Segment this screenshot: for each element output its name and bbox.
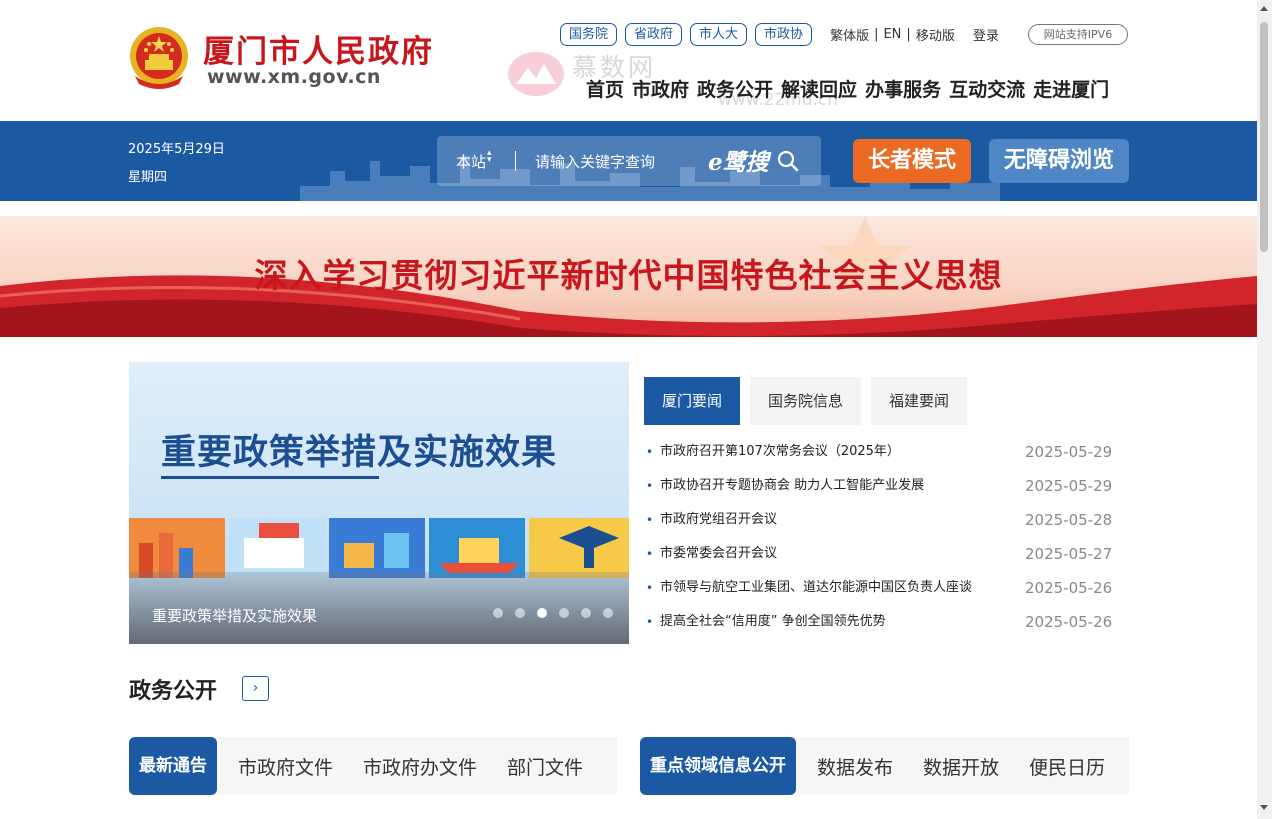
news-date: 2025-05-27 (1025, 545, 1113, 563)
carousel-dots (493, 608, 625, 618)
link-english[interactable]: EN (883, 27, 901, 42)
nav-interaction[interactable]: 互动交流 (949, 75, 1025, 102)
nav-gov-affairs[interactable]: 政务公开 (697, 75, 773, 102)
site-name[interactable]: 厦门市人民政府 (203, 26, 434, 71)
site-header: 厦门市人民政府 www.xm.gov.cn 国务院 省政府 市人大 市政协 繁体… (0, 0, 1257, 121)
link-traditional[interactable]: 繁体版 (830, 25, 869, 44)
scrollbar-thumb[interactable] (1260, 22, 1268, 252)
carousel-dot-4[interactable] (559, 608, 569, 618)
link-state-council[interactable]: 国务院 (560, 22, 618, 46)
disclosure-tabbar: 重点领域信息公开 数据发布 数据开放 便民日历 (640, 737, 1129, 795)
list-item[interactable]: • 提高全社会“信用度” 争创全国领先优势 2025-05-26 (644, 605, 1114, 639)
search-icon[interactable] (777, 150, 799, 172)
news-date: 2025-05-26 (1025, 613, 1113, 631)
tab-city-gov-docs[interactable]: 市政府文件 (238, 753, 333, 780)
tab-latest-notices[interactable]: 最新通告 (129, 737, 217, 795)
main-nav: 首页 市政府 政务公开 解读回应 办事服务 互动交流 走进厦门 (586, 75, 1117, 102)
link-mobile[interactable]: 移动版 (916, 25, 955, 44)
list-item[interactable]: • 市政府党组召开会议 2025-05-28 (644, 503, 1114, 537)
link-municipal-congress[interactable]: 市人大 (690, 22, 748, 46)
tab-department-docs[interactable]: 部门文件 (507, 753, 583, 780)
link-login[interactable]: 登录 (973, 25, 999, 44)
carousel-headline: 重要政策举措及实施效果 (161, 432, 558, 473)
carousel-dot-3[interactable] (537, 608, 547, 618)
nav-about-xiamen[interactable]: 走进厦门 (1033, 75, 1109, 102)
news-title[interactable]: 提高全社会“信用度” 争创全国领先优势 (660, 605, 886, 639)
watermark-logo-icon (508, 52, 564, 96)
link-provincial-gov[interactable]: 省政府 (625, 22, 683, 46)
bullet-icon: • (646, 615, 654, 629)
search-scope-select[interactable]: 本站 (456, 151, 486, 172)
elder-mode-button[interactable]: 长者模式 (853, 139, 971, 183)
bullet-icon: • (646, 513, 654, 527)
separator: | (906, 26, 911, 42)
nav-interpretation[interactable]: 解读回应 (781, 75, 857, 102)
current-weekday: 星期四 (128, 170, 168, 185)
more-arrow-button[interactable]: › (242, 676, 269, 701)
search-input[interactable]: 请输入关键字查询 (535, 151, 655, 172)
bullet-icon: • (646, 581, 654, 595)
tab-key-areas[interactable]: 重点领域信息公开 (640, 737, 796, 795)
news-tabs: 厦门要闻 国务院信息 福建要闻 (644, 377, 977, 425)
news-date: 2025-05-29 (1025, 477, 1113, 495)
ipv6-badge: 网站支持IPV6 (1028, 24, 1128, 45)
tab-open-data[interactable]: 数据开放 (923, 753, 999, 780)
search-brand-logo: e鹭搜 (708, 149, 769, 176)
carousel-dot-5[interactable] (581, 608, 591, 618)
top-links: 国务院 省政府 市人大 市政协 繁体版 | EN | 移动版 登录 (560, 22, 999, 46)
notice-tabbar: 最新通告 市政府文件 市政府办文件 部门文件 (129, 737, 617, 795)
tab-state-council-info[interactable]: 国务院信息 (750, 377, 862, 425)
list-item[interactable]: • 市政府召开第107次常务会议（2025年） 2025-05-29 (644, 435, 1114, 469)
site-url: www.xm.gov.cn (207, 66, 381, 88)
news-date: 2025-05-28 (1025, 511, 1113, 529)
national-emblem-icon (130, 27, 188, 89)
carousel-dot-6[interactable] (603, 608, 613, 618)
news-list: • 市政府召开第107次常务会议（2025年） 2025-05-29 • 市政协… (644, 435, 1114, 639)
carousel-dot-1[interactable] (493, 608, 503, 618)
scroll-down-icon[interactable] (1260, 805, 1268, 810)
nav-city-gov[interactable]: 市政府 (632, 75, 689, 102)
search-box[interactable]: 本站 ▴ ▾ 请输入关键字查询 e鹭搜 (437, 136, 821, 186)
list-item[interactable]: • 市政协召开专题协商会 助力人工智能产业发展 2025-05-29 (644, 469, 1114, 503)
tab-data-release[interactable]: 数据发布 (817, 753, 893, 780)
news-date: 2025-05-29 (1025, 443, 1113, 461)
carousel-dot-2[interactable] (515, 608, 525, 618)
news-title[interactable]: 市政协召开专题协商会 助力人工智能产业发展 (660, 469, 924, 503)
image-carousel[interactable]: 重要政策举措及实施效果 重要政策举措及实施效果 (129, 362, 629, 644)
tab-service-calendar[interactable]: 便民日历 (1029, 753, 1105, 780)
bullet-icon: • (646, 547, 654, 561)
news-title[interactable]: 市领导与航空工业集团、道达尔能源中国区负责人座谈 (660, 571, 972, 605)
tab-xiamen-news[interactable]: 厦门要闻 (644, 377, 741, 425)
list-item[interactable]: • 市领导与航空工业集团、道达尔能源中国区负责人座谈 2025-05-26 (644, 571, 1114, 605)
section-title: 政务公开 (129, 679, 218, 704)
bullet-icon: • (646, 479, 654, 493)
nav-services[interactable]: 办事服务 (865, 75, 941, 102)
list-item[interactable]: • 市委常委会召开会议 2025-05-27 (644, 537, 1114, 571)
tab-city-office-docs[interactable]: 市政府办文件 (363, 753, 477, 780)
news-date: 2025-05-26 (1025, 579, 1113, 597)
utility-band: 2025年5月29日 星期四 本站 ▴ ▾ 请输入关键字查询 e鹭搜 长者模式 无… (0, 121, 1257, 201)
current-date: 2025年5月29日 (128, 142, 225, 157)
news-title[interactable]: 市委常委会召开会议 (660, 537, 777, 571)
carousel-caption[interactable]: 重要政策举措及实施效果 (152, 605, 317, 626)
tab-fujian-news[interactable]: 福建要闻 (871, 377, 968, 425)
scope-caret-icon: ▴ ▾ (487, 148, 492, 165)
scroll-up-icon[interactable] (1260, 6, 1268, 11)
page-scrollbar[interactable] (1257, 0, 1272, 819)
banner-slogan: 深入学习贯彻习近平新时代中国特色社会主义思想 (254, 256, 1003, 295)
headline-underline (161, 476, 379, 479)
accessible-browse-button[interactable]: 无障碍浏览 (989, 139, 1129, 183)
theme-banner[interactable]: 深入学习贯彻习近平新时代中国特色社会主义思想 (0, 216, 1257, 337)
news-title[interactable]: 市政府党组召开会议 (660, 503, 777, 537)
bullet-icon: • (646, 445, 654, 459)
search-divider (515, 151, 516, 171)
separator: | (874, 26, 879, 42)
nav-home[interactable]: 首页 (586, 75, 624, 102)
news-title[interactable]: 市政府召开第107次常务会议（2025年） (660, 435, 900, 469)
link-municipal-cppcc[interactable]: 市政协 (755, 22, 813, 46)
carousel-illustration (129, 518, 629, 578)
